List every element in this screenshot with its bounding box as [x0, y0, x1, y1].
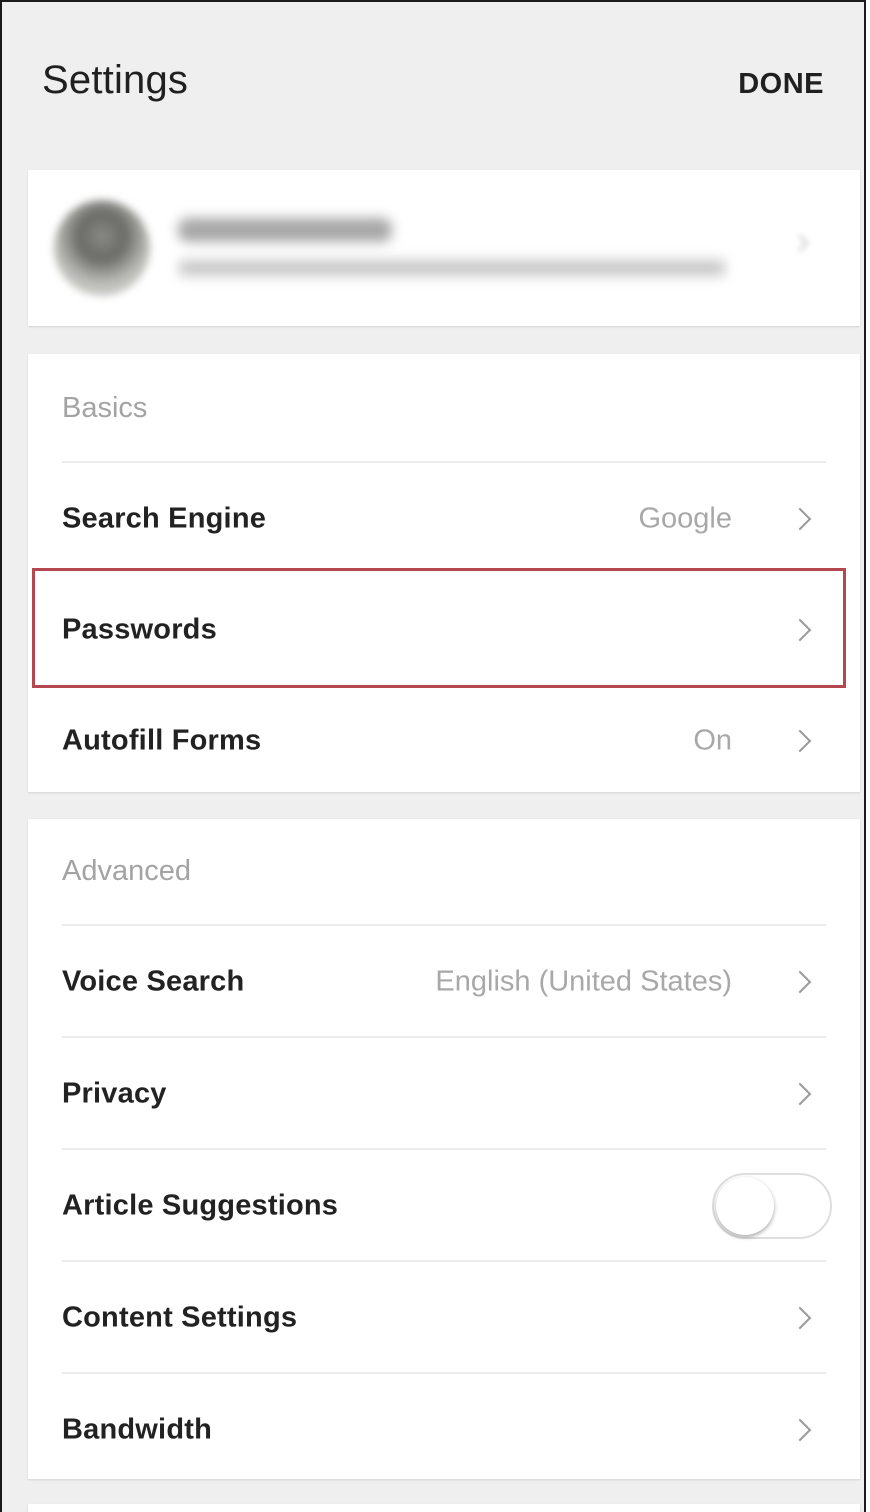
- account-card[interactable]: [28, 170, 860, 326]
- settings-screen: Settings DONE Basics Search Engine Googl…: [0, 0, 866, 1512]
- settings-row-privacy[interactable]: Privacy: [28, 1038, 860, 1149]
- next-section-card: [28, 1504, 860, 1512]
- section-header-basics: Basics: [62, 392, 148, 424]
- chevron-right-icon: [798, 234, 809, 252]
- basics-section: Basics Search Engine Google Passwords Au…: [28, 354, 860, 792]
- account-email-blurred: [178, 260, 726, 276]
- chevron-right-icon: [788, 1418, 812, 1441]
- toggle-knob: [716, 1176, 774, 1235]
- settings-row-autofill-forms[interactable]: Autofill Forms On: [28, 685, 860, 796]
- chevron-right-icon: [788, 618, 812, 641]
- chevron-right-icon: [788, 729, 812, 752]
- article-suggestions-toggle[interactable]: [712, 1172, 832, 1239]
- settings-row-voice-search[interactable]: Voice Search English (United States): [28, 926, 860, 1037]
- row-label: Autofill Forms: [62, 724, 262, 756]
- done-button[interactable]: DONE: [738, 68, 824, 101]
- settings-row-search-engine[interactable]: Search Engine Google: [28, 463, 860, 574]
- chevron-right-icon: [788, 507, 812, 530]
- avatar: [54, 200, 150, 296]
- section-header-advanced: Advanced: [62, 855, 191, 887]
- row-label: Article Suggestions: [62, 1189, 339, 1221]
- row-value: English (United States): [435, 965, 732, 997]
- app-header: Settings DONE: [2, 2, 864, 162]
- chevron-right-icon: [788, 970, 812, 993]
- settings-row-bandwidth[interactable]: Bandwidth: [28, 1374, 860, 1485]
- row-value: On: [693, 724, 732, 756]
- settings-row-content-settings[interactable]: Content Settings: [28, 1262, 860, 1373]
- page-title: Settings: [42, 58, 189, 102]
- row-label: Search Engine: [62, 502, 267, 534]
- row-label: Content Settings: [62, 1301, 298, 1333]
- advanced-section: Advanced Voice Search English (United St…: [28, 819, 860, 1479]
- settings-row-passwords[interactable]: Passwords: [28, 574, 860, 685]
- row-label: Bandwidth: [62, 1413, 213, 1445]
- settings-row-article-suggestions: Article Suggestions: [28, 1150, 860, 1261]
- chevron-right-icon: [788, 1306, 812, 1329]
- row-label: Voice Search: [62, 965, 245, 997]
- row-label: Privacy: [62, 1077, 167, 1109]
- account-name-blurred: [178, 218, 392, 242]
- row-label: Passwords: [62, 613, 217, 645]
- row-value: Google: [638, 502, 732, 534]
- chevron-right-icon: [788, 1082, 812, 1105]
